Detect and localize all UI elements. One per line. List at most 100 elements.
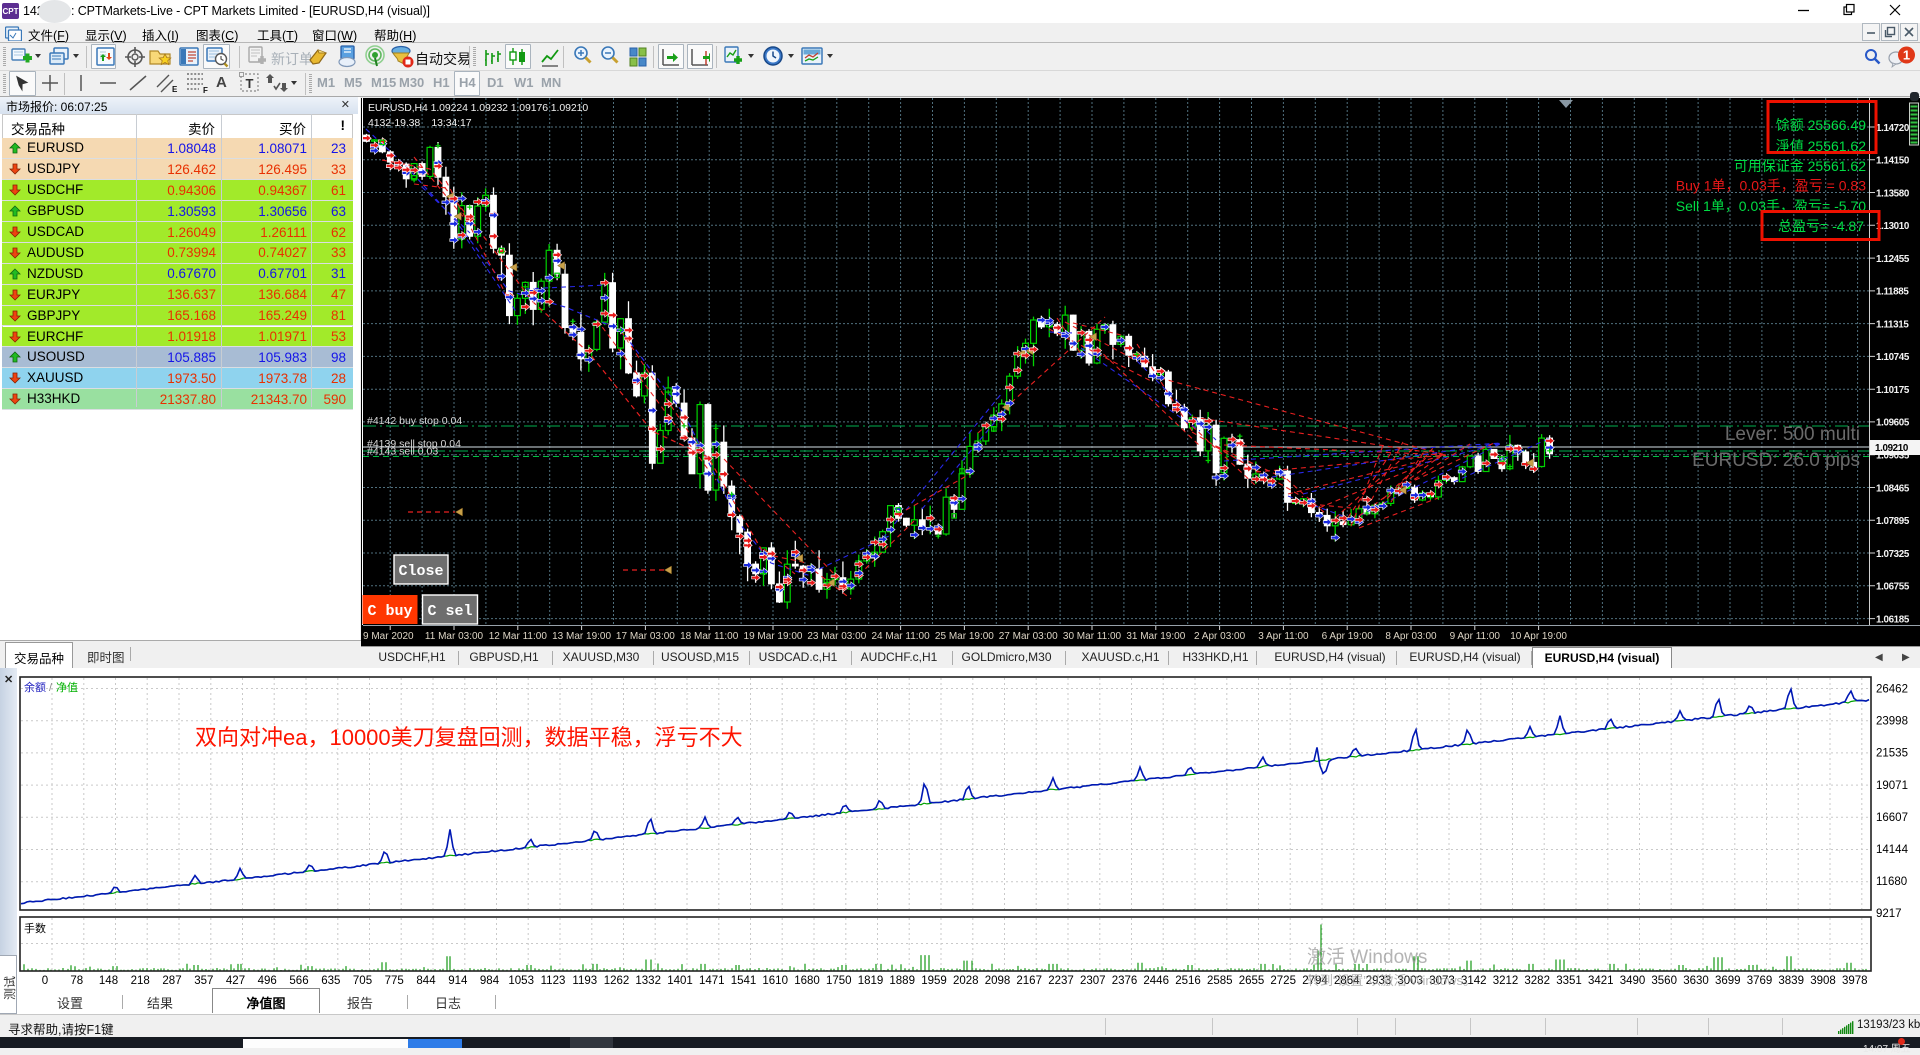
svg-text:EURUSD,H4 1.09224 1.09232 1.0: EURUSD,H4 1.09224 1.09232 1.09176 1.0921…	[368, 102, 588, 114]
svg-text:激活 Windows: 激活 Windows	[1307, 946, 1427, 968]
svg-text:9 Mar 2020: 9 Mar 2020	[363, 631, 414, 642]
svg-text:427: 427	[226, 975, 245, 987]
svg-text:1401: 1401	[667, 975, 693, 987]
svg-text:1.13580: 1.13580	[1876, 188, 1910, 199]
svg-text:3421: 3421	[1588, 975, 1614, 987]
svg-text:357: 357	[194, 975, 213, 987]
svg-text:1.09210: 1.09210	[1875, 443, 1909, 454]
svg-text:净值: 净值	[56, 680, 78, 694]
svg-text:3351: 3351	[1556, 975, 1582, 987]
svg-text:4132-19.38 13:34:17: 4132-19.38 13:34:17	[368, 117, 472, 129]
svg-text:566: 566	[289, 975, 308, 987]
svg-text:1819: 1819	[858, 975, 884, 987]
svg-text:30 Mar 11:00: 30 Mar 11:00	[1063, 631, 1122, 642]
svg-text:#4142 buy stop 0.04: #4142 buy stop 0.04	[367, 415, 462, 427]
svg-text:1.06185: 1.06185	[1876, 614, 1910, 625]
svg-text:26462: 26462	[1876, 684, 1908, 696]
svg-text:11 Mar 03:00: 11 Mar 03:00	[425, 631, 484, 642]
svg-text:1.14720: 1.14720	[1876, 123, 1910, 134]
svg-text:9217: 9217	[1876, 908, 1902, 920]
svg-text:19071: 19071	[1876, 780, 1908, 792]
svg-text:27 Mar 03:00: 27 Mar 03:00	[999, 631, 1058, 642]
svg-text:C buy: C buy	[367, 603, 412, 620]
svg-text:1.12455: 1.12455	[1876, 254, 1910, 265]
svg-text:1.11315: 1.11315	[1876, 319, 1909, 330]
svg-text:1.09605: 1.09605	[1876, 418, 1910, 429]
svg-text:3699: 3699	[1715, 975, 1741, 987]
svg-text:25 Mar 19:00: 25 Mar 19:00	[935, 631, 994, 642]
svg-text:2725: 2725	[1270, 975, 1296, 987]
svg-text:馀额 25566.49: 馀额 25566.49	[1776, 117, 1866, 133]
svg-text:#4143 sell 0.03: #4143 sell 0.03	[367, 446, 438, 458]
svg-text:2446: 2446	[1143, 975, 1169, 987]
svg-text:1053: 1053	[508, 975, 534, 987]
svg-text:手数: 手数	[24, 921, 46, 935]
svg-text:19 Mar 19:00: 19 Mar 19:00	[744, 631, 803, 642]
svg-text:余额: 余额	[24, 680, 46, 694]
svg-text:31 Mar 19:00: 31 Mar 19:00	[1126, 631, 1185, 642]
svg-text:1.10175: 1.10175	[1876, 385, 1910, 396]
svg-text:705: 705	[353, 975, 372, 987]
svg-text:1193: 1193	[572, 975, 597, 987]
svg-text:775: 775	[385, 975, 404, 987]
svg-text:2098: 2098	[985, 975, 1011, 987]
svg-text:1123: 1123	[541, 975, 566, 987]
svg-text:1.07895: 1.07895	[1876, 516, 1910, 527]
svg-text:1.11885: 1.11885	[1876, 287, 1909, 298]
svg-text:1.06755: 1.06755	[1876, 582, 1910, 593]
svg-text:可用保证金 25561.62: 可用保证金 25561.62	[1734, 158, 1866, 174]
svg-text:1262: 1262	[604, 975, 630, 987]
svg-text:16607: 16607	[1876, 812, 1908, 824]
svg-text:635: 635	[321, 975, 340, 987]
svg-text:1.13010: 1.13010	[1876, 221, 1910, 232]
svg-text:23 Mar 03:00: 23 Mar 03:00	[807, 631, 866, 642]
svg-text:1541: 1541	[731, 975, 757, 987]
svg-text:287: 287	[162, 975, 181, 987]
svg-text:0: 0	[42, 975, 48, 987]
svg-text:2516: 2516	[1175, 975, 1201, 987]
svg-text:3769: 3769	[1747, 975, 1773, 987]
svg-text:1959: 1959	[921, 975, 947, 987]
svg-text:218: 218	[131, 975, 150, 987]
svg-text:2307: 2307	[1080, 975, 1106, 987]
svg-text:984: 984	[480, 975, 500, 987]
svg-text:496: 496	[258, 975, 277, 987]
svg-text:1680: 1680	[794, 975, 820, 987]
svg-text:1.07325: 1.07325	[1876, 549, 1910, 560]
svg-text:转到“设置”以激活 Windows。: 转到“设置”以激活 Windows。	[1307, 973, 1476, 988]
svg-text:1332: 1332	[635, 975, 661, 987]
svg-text:2237: 2237	[1048, 975, 1074, 987]
svg-text:3282: 3282	[1524, 975, 1550, 987]
svg-text:Buy 1单，0.03手，盈亏 = 0.83: Buy 1单，0.03手，盈亏 = 0.83	[1676, 178, 1866, 194]
svg-text:1.10745: 1.10745	[1876, 352, 1910, 363]
svg-text:3490: 3490	[1620, 975, 1646, 987]
svg-text:3630: 3630	[1683, 975, 1709, 987]
svg-text:1750: 1750	[826, 975, 852, 987]
svg-text:8 Apr 03:00: 8 Apr 03:00	[1385, 631, 1437, 642]
svg-text:14144: 14144	[1876, 844, 1909, 856]
svg-text:3839: 3839	[1778, 975, 1804, 987]
svg-text:C sel: C sel	[427, 603, 472, 620]
svg-text:914: 914	[448, 975, 468, 987]
svg-text:2585: 2585	[1207, 975, 1233, 987]
svg-text:2028: 2028	[953, 975, 979, 987]
svg-text:148: 148	[99, 975, 118, 987]
svg-text:2167: 2167	[1016, 975, 1042, 987]
svg-text:1.08465: 1.08465	[1876, 483, 1910, 494]
svg-text:3908: 3908	[1810, 975, 1836, 987]
svg-text:23998: 23998	[1876, 716, 1908, 728]
svg-text:11680: 11680	[1876, 876, 1907, 888]
svg-text:2376: 2376	[1112, 975, 1138, 987]
svg-text:3560: 3560	[1651, 975, 1677, 987]
svg-text:13 Mar 19:00: 13 Mar 19:00	[552, 631, 611, 642]
svg-text:9 Apr 11:00: 9 Apr 11:00	[1450, 631, 1501, 642]
svg-text:1471: 1471	[699, 975, 725, 987]
svg-text:3978: 3978	[1842, 975, 1868, 987]
svg-text:12 Mar 11:00: 12 Mar 11:00	[489, 631, 548, 642]
svg-text:24 Mar 11:00: 24 Mar 11:00	[872, 631, 931, 642]
svg-text:18 Mar 11:00: 18 Mar 11:00	[680, 631, 739, 642]
svg-text:Lever: 500 multi: Lever: 500 multi	[1725, 424, 1860, 445]
svg-text:78: 78	[70, 975, 83, 987]
svg-text:17 Mar 03:00: 17 Mar 03:00	[616, 631, 675, 642]
svg-text:3212: 3212	[1493, 975, 1519, 987]
